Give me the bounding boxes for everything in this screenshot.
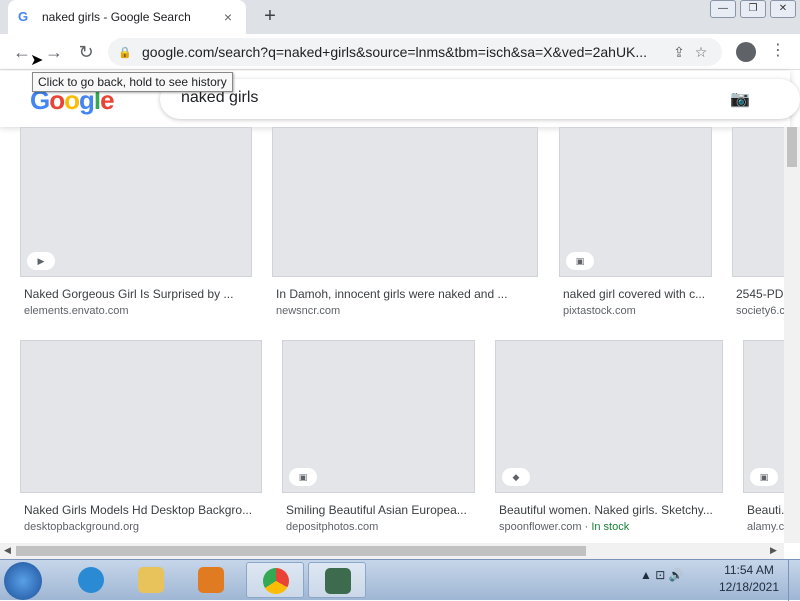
- media-player-icon: [198, 567, 224, 593]
- close-window-button[interactable]: ✕: [770, 0, 796, 18]
- result-caption[interactable]: Naked Girls Models Hd Desktop Backgro...: [24, 503, 262, 517]
- video-badge-icon: ▶: [27, 252, 55, 270]
- mouse-cursor-icon: ➤: [30, 52, 44, 69]
- reload-button[interactable]: ↻: [74, 40, 98, 64]
- share-icon[interactable]: ⇪: [668, 44, 690, 61]
- lock-icon[interactable]: 🔒: [118, 46, 134, 59]
- result-caption[interactable]: Beauti...: [747, 503, 784, 517]
- new-tab-button[interactable]: +: [258, 6, 282, 28]
- camera-search-icon[interactable]: 📷: [730, 89, 750, 109]
- image-placeholder[interactable]: ▣: [743, 340, 784, 493]
- window-controls: — ❐ ✕: [706, 0, 796, 18]
- browser-tab[interactable]: G naked girls - Google Search ×: [8, 0, 246, 34]
- windows-taskbar: ▲ ⊡ 🔊 11:54 AM 12/18/2021: [0, 559, 800, 601]
- image-placeholder[interactable]: ▣: [559, 127, 712, 277]
- result-source[interactable]: newsncr.com: [276, 305, 538, 317]
- taskbar-explorer[interactable]: [122, 562, 180, 598]
- taskbar-chrome[interactable]: [246, 562, 304, 598]
- clock-time: 11:54 AM: [724, 563, 774, 577]
- image-placeholder[interactable]: [272, 127, 538, 277]
- address-bar[interactable]: 🔒 google.com/search?q=naked+girls&source…: [108, 38, 722, 66]
- result-caption[interactable]: Beautiful women. Naked girls. Sketchy...: [499, 503, 724, 517]
- horizontal-scroll-thumb[interactable]: [16, 546, 586, 556]
- maximize-button[interactable]: ❐: [740, 0, 766, 18]
- search-input[interactable]: naked girls 📷: [160, 79, 800, 119]
- profile-avatar-icon[interactable]: [736, 42, 756, 62]
- scroll-right-icon[interactable]: ▶: [770, 545, 777, 556]
- chrome-icon: [263, 568, 289, 594]
- result-caption[interactable]: 2545-PD...: [736, 287, 784, 301]
- horizontal-scrollbar[interactable]: ◀ ▶: [0, 543, 784, 559]
- result-caption[interactable]: naked girl covered with c...: [563, 287, 713, 301]
- clock-date: 12/18/2021: [718, 580, 780, 594]
- image-badge-icon: ▣: [566, 252, 594, 270]
- image-placeholder[interactable]: [20, 340, 262, 493]
- taskbar-ie[interactable]: [62, 562, 120, 598]
- start-button-icon[interactable]: [4, 562, 42, 600]
- image-placeholder[interactable]: ◆: [495, 340, 723, 493]
- taskbar-media-player[interactable]: [182, 562, 240, 598]
- taskbar-clock[interactable]: 11:54 AM 12/18/2021: [714, 562, 784, 596]
- bookmark-star-icon[interactable]: ☆: [690, 44, 712, 61]
- taskbar-app[interactable]: [308, 562, 366, 598]
- vertical-scroll-thumb[interactable]: [787, 127, 797, 167]
- tab-title: naked girls - Google Search: [42, 10, 191, 24]
- result-source[interactable]: desktopbackground.org: [24, 521, 262, 533]
- result-source[interactable]: pixtastock.com: [563, 305, 713, 317]
- show-desktop-button[interactable]: [788, 560, 800, 601]
- tab-strip: G naked girls - Google Search × + — ❐ ✕: [0, 0, 800, 34]
- image-placeholder[interactable]: ▣: [282, 340, 475, 493]
- image-results-grid: ▶ Naked Gorgeous Girl Is Surprised by ..…: [0, 127, 784, 543]
- vertical-scrollbar[interactable]: [784, 127, 800, 543]
- result-caption[interactable]: Smiling Beautiful Asian Europea...: [286, 503, 476, 517]
- file-explorer-icon: [138, 567, 164, 593]
- image-badge-icon: ▣: [750, 468, 778, 486]
- result-source[interactable]: alamy.c...: [747, 521, 784, 533]
- image-placeholder[interactable]: ▶: [20, 127, 252, 277]
- result-source[interactable]: society6.c...: [736, 305, 784, 317]
- system-tray-icons[interactable]: ▲ ⊡ 🔊: [640, 568, 684, 582]
- back-button-tooltip: Click to go back, hold to see history: [32, 72, 233, 92]
- result-caption[interactable]: In Damoh, innocent girls were naked and …: [276, 287, 538, 301]
- browser-toolbar: ← → ↻ 🔒 google.com/search?q=naked+girls&…: [0, 34, 800, 70]
- result-source[interactable]: spoonflower.com · In stock: [499, 521, 724, 533]
- internet-explorer-icon: [78, 567, 104, 593]
- url-text[interactable]: google.com/search?q=naked+girls&source=l…: [142, 44, 668, 60]
- result-source[interactable]: depositphotos.com: [286, 521, 476, 533]
- tab-close-icon[interactable]: ×: [220, 9, 236, 25]
- google-favicon-icon: G: [18, 9, 29, 24]
- forward-button[interactable]: →: [42, 40, 66, 64]
- in-stock-label: · In stock: [581, 521, 630, 533]
- terminal-app-icon: [325, 568, 351, 594]
- scroll-left-icon[interactable]: ◀: [4, 545, 11, 556]
- image-badge-icon: ▣: [289, 468, 317, 486]
- shopping-tag-badge-icon: ◆: [502, 468, 530, 486]
- result-caption[interactable]: Naked Gorgeous Girl Is Surprised by ...: [24, 287, 252, 301]
- browser-menu-icon[interactable]: ⋮: [770, 40, 786, 60]
- image-placeholder[interactable]: [732, 127, 784, 277]
- result-source[interactable]: elements.envato.com: [24, 305, 252, 317]
- minimize-button[interactable]: —: [710, 0, 736, 18]
